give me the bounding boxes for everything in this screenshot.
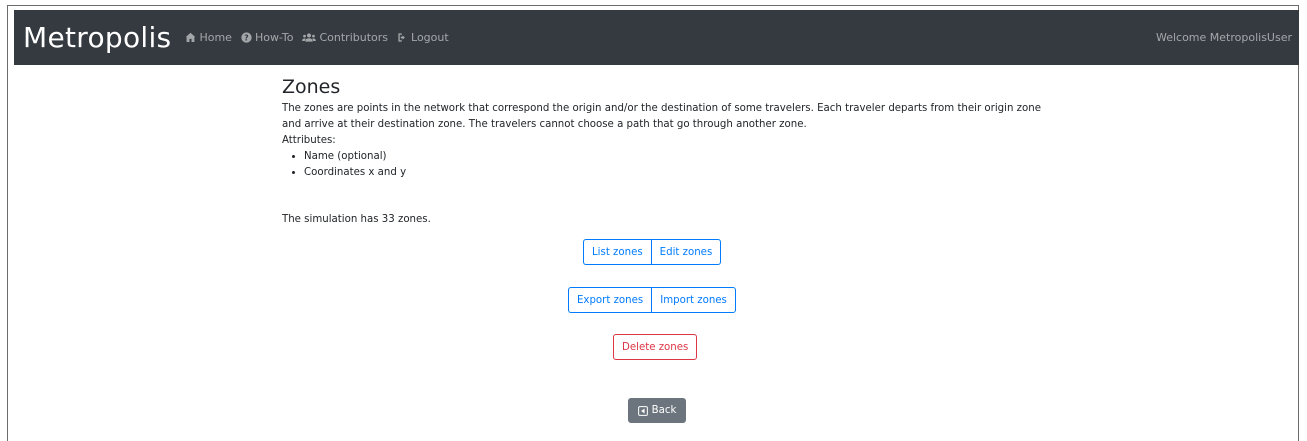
nav-link-home[interactable]: Home [185, 31, 232, 44]
list-item: Name (optional) [304, 149, 1062, 165]
list-zones-button[interactable]: List zones [583, 239, 651, 265]
window-frame [7, 5, 1299, 441]
zone-count-text: The simulation has 33 zones. [282, 214, 431, 225]
list-item: Coordinates x and y [304, 165, 1062, 181]
welcome-user-text: Welcome MetropolisUser [1155, 31, 1292, 44]
back-arrow-icon [637, 405, 648, 416]
nav-link-contributors[interactable]: Contributors [302, 31, 388, 44]
svg-text:?: ? [244, 33, 248, 42]
top-navbar: Metropolis Home ? How-To Contributors Lo… [14, 10, 1299, 65]
question-circle-icon: ? [241, 32, 252, 43]
nav-link-how-to-label: How-To [254, 31, 294, 44]
list-edit-button-group: List zones Edit zones [583, 239, 722, 265]
export-zones-button[interactable]: Export zones [568, 287, 652, 313]
main-content: Zones The zones are points in the networ… [282, 75, 1062, 181]
back-button-label: Back [651, 405, 677, 416]
logout-icon [397, 32, 408, 43]
export-import-button-group: Export zones Import zones [568, 287, 736, 313]
delete-zones-button[interactable]: Delete zones [613, 334, 698, 360]
nav-link-logout[interactable]: Logout [397, 31, 449, 44]
users-icon [302, 32, 317, 43]
page-description: The zones are points in the network that… [282, 103, 1041, 130]
delete-button-group: Delete zones [613, 334, 698, 360]
attributes-list: Name (optional) Coordinates x and y [282, 149, 1062, 181]
attributes-label: Attributes: [282, 135, 336, 146]
import-zones-button[interactable]: Import zones [651, 287, 736, 313]
home-icon [185, 32, 196, 43]
nav-link-home-label: Home [199, 31, 232, 44]
brand-logo[interactable]: Metropolis [23, 21, 171, 54]
back-button[interactable]: Back [628, 398, 686, 423]
nav-link-how-to[interactable]: ? How-To [241, 31, 294, 44]
nav-link-logout-label: Logout [411, 31, 449, 44]
nav-link-contributors-label: Contributors [319, 31, 389, 44]
edit-zones-button[interactable]: Edit zones [650, 239, 722, 265]
page-title: Zones [282, 76, 341, 98]
